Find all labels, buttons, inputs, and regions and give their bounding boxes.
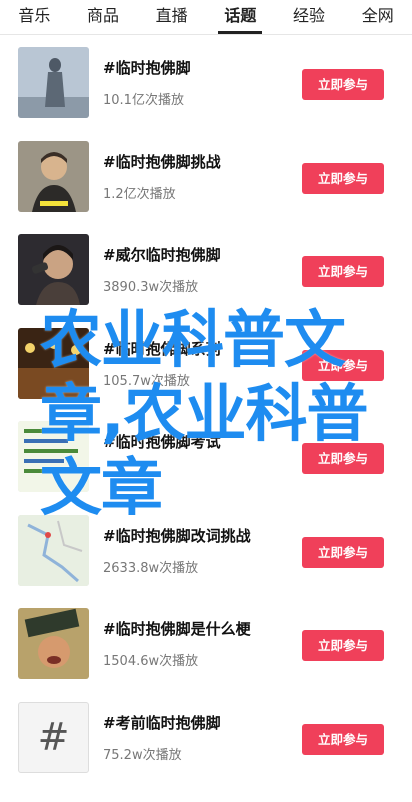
play-count: 1.2亿次播放 (103, 186, 176, 202)
person-thumbnail[interactable] (18, 140, 89, 212)
map-thumbnail[interactable] (18, 514, 89, 586)
topic-title[interactable]: #威尔临时抱佛脚 (103, 244, 221, 265)
singer-thumbnail[interactable] (18, 234, 89, 305)
tab-experience[interactable]: 经验 (275, 0, 344, 34)
tab-music[interactable]: 音乐 (0, 0, 69, 34)
play-count: 75.2w次播放 (103, 747, 182, 763)
join-button[interactable]: 立即参与 (302, 536, 384, 568)
tab-topics[interactable]: 话题 (206, 0, 275, 34)
join-button[interactable]: 立即参与 (302, 256, 384, 287)
statue-thumbnail[interactable] (18, 47, 89, 118)
list-item[interactable]: # #考前临时抱佛脚 75.2w次播放 立即参与 (0, 690, 412, 784)
list-item[interactable]: #临时抱佛脚考试 立即参与 (0, 409, 412, 503)
meme-thumbnail[interactable] (18, 608, 89, 679)
list-item[interactable]: #临时抱佛脚改词挑战 2633.8w次播放 立即参与 (0, 503, 412, 597)
join-button[interactable]: 立即参与 (302, 69, 384, 100)
play-count: 3890.3w次播放 (103, 280, 199, 295)
list-item[interactable]: #临时抱佛脚是什么梗 1504.6w次播放 立即参与 (0, 596, 412, 690)
tab-all-web[interactable]: 全网 (343, 0, 412, 34)
hash-icon[interactable]: # (18, 701, 89, 773)
join-button[interactable]: 立即参与 (302, 630, 384, 661)
tab-live[interactable]: 直播 (137, 0, 206, 34)
play-count: 10.1亿次播放 (103, 93, 184, 108)
join-button[interactable]: 立即参与 (302, 162, 384, 194)
topic-title[interactable]: #考前临时抱佛脚 (103, 712, 221, 733)
play-count: 105.7w次播放 (103, 373, 190, 389)
list-item[interactable]: #临时抱佛脚系列 105.7w次播放 立即参与 (0, 316, 412, 410)
topic-title[interactable]: #临时抱佛脚挑战 (103, 151, 221, 172)
top-tab-bar: 音乐 商品 直播 话题 经验 全网 (0, 0, 412, 35)
list-item[interactable]: #威尔临时抱佛脚 3890.3w次播放 立即参与 (0, 222, 412, 316)
topic-title[interactable]: #临时抱佛脚系列 (103, 338, 221, 359)
join-button[interactable]: 立即参与 (302, 723, 384, 755)
topic-title[interactable]: #临时抱佛脚改词挑战 (103, 525, 251, 546)
join-button[interactable]: 立即参与 (302, 443, 384, 474)
play-count: 2633.8w次播放 (103, 560, 199, 576)
list-item[interactable]: #临时抱佛脚挑战 1.2亿次播放 立即参与 (0, 129, 412, 223)
join-button[interactable]: 立即参与 (302, 349, 384, 381)
topic-title[interactable]: #临时抱佛脚 (103, 57, 191, 78)
stage-thumbnail[interactable] (18, 327, 89, 399)
list-item[interactable]: #临时抱佛脚 10.1亿次播放 立即参与 (0, 35, 412, 129)
topic-title[interactable]: #临时抱佛脚是什么梗 (103, 618, 251, 639)
notes-thumbnail[interactable] (18, 421, 89, 492)
topic-list: #临时抱佛脚 10.1亿次播放 立即参与 #临时抱佛脚挑战 1.2亿次播放 立即… (0, 35, 412, 783)
topic-title[interactable]: #临时抱佛脚考试 (103, 431, 221, 452)
play-count: 1504.6w次播放 (103, 654, 199, 669)
tab-products[interactable]: 商品 (69, 0, 138, 34)
